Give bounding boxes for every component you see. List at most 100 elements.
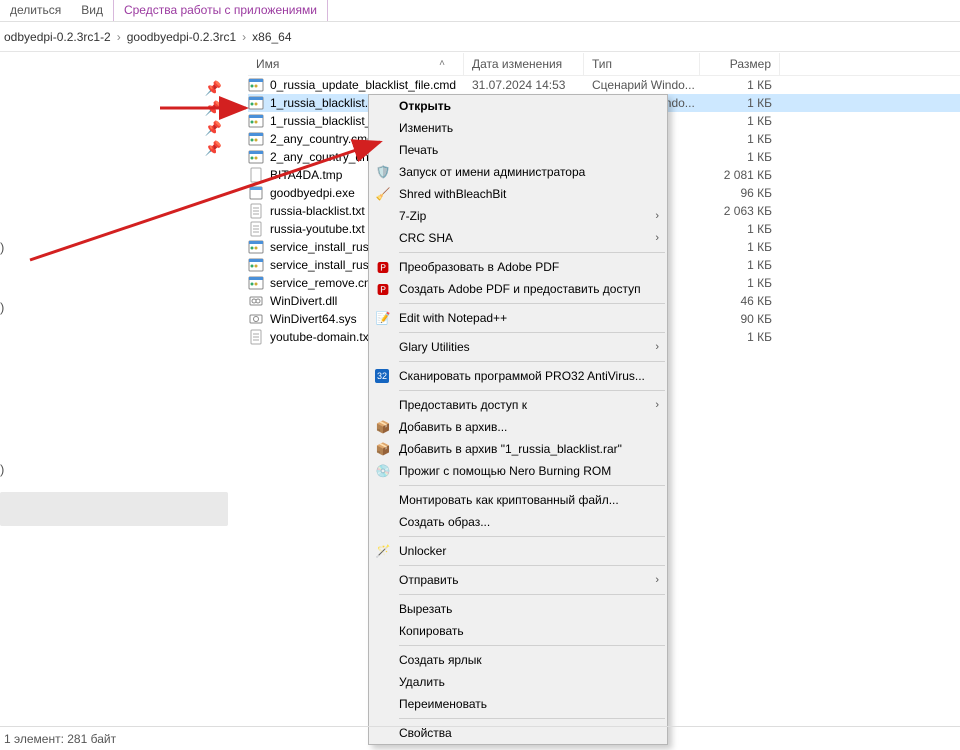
file-size: 1 КБ <box>700 330 772 344</box>
sidebar: 📌 📌 📌 📌 ) ) ) <box>0 52 240 726</box>
ctx-7zip[interactable]: 7-Zip› <box>369 205 667 227</box>
sort-asc-icon: ˄ <box>439 58 445 69</box>
separator <box>399 718 665 719</box>
ctx-add-archive[interactable]: 📦Добавить в архив... <box>369 416 667 438</box>
ctx-send-to[interactable]: Отправить› <box>369 569 667 591</box>
pin-icon[interactable]: 📌 <box>205 120 222 137</box>
file-icon <box>248 311 264 327</box>
file-icon <box>248 275 264 291</box>
file-icon <box>248 131 264 147</box>
ctx-adobe-share[interactable]: 🅿Создать Adobe PDF и предоставить доступ <box>369 278 667 300</box>
ctx-print[interactable]: Печать <box>369 139 667 161</box>
ctx-copy[interactable]: Копировать <box>369 620 667 642</box>
file-icon <box>248 257 264 273</box>
nero-icon: 💿 <box>375 463 391 479</box>
context-menu: Открыть Изменить Печать 🛡️Запуск от имен… <box>368 94 668 745</box>
tab-share[interactable]: делиться <box>0 0 71 21</box>
pin-icon[interactable]: 📌 <box>205 100 222 117</box>
chevron-right-icon: › <box>655 232 659 244</box>
file-row[interactable]: 0_russia_update_blacklist_file.cmd31.07.… <box>248 76 960 94</box>
chevron-right-icon: › <box>655 210 659 222</box>
breadcrumb[interactable]: odbyedpi-0.2.3rc1-2 › goodbyedpi-0.2.3rc… <box>0 22 960 52</box>
file-icon <box>248 185 264 201</box>
file-icon <box>248 95 264 111</box>
separator <box>399 536 665 537</box>
tab-app-tools[interactable]: Средства работы с приложениями <box>113 0 328 21</box>
ctx-edit[interactable]: Изменить <box>369 117 667 139</box>
ctx-pro32-scan[interactable]: 32Сканировать программой PRO32 AntiVirus… <box>369 365 667 387</box>
file-size: 1 КБ <box>700 150 772 164</box>
ctx-adobe-pdf[interactable]: 🅿Преобразовать в Adobe PDF <box>369 256 667 278</box>
rar-icon: 📦 <box>375 419 391 435</box>
ctx-create-image[interactable]: Создать образ... <box>369 511 667 533</box>
ctx-rename[interactable]: Переименовать <box>369 693 667 715</box>
file-size: 1 КБ <box>700 240 772 254</box>
file-date: 31.07.2024 14:53 <box>464 78 584 92</box>
col-name[interactable]: Имя˄ <box>248 53 464 75</box>
file-size: 1 КБ <box>700 276 772 290</box>
separator <box>399 594 665 595</box>
file-icon <box>248 113 264 129</box>
chevron-right-icon: › <box>655 341 659 353</box>
file-size: 2 063 КБ <box>700 204 772 218</box>
separator <box>399 645 665 646</box>
file-icon <box>248 167 264 183</box>
file-size: 96 КБ <box>700 186 772 200</box>
file-size: 1 КБ <box>700 78 772 92</box>
file-icon <box>248 203 264 219</box>
breadcrumb-seg[interactable]: odbyedpi-0.2.3rc1-2 <box>0 30 115 44</box>
ctx-delete[interactable]: Удалить <box>369 671 667 693</box>
col-date[interactable]: Дата изменения <box>464 53 584 75</box>
sidebar-selection <box>0 492 228 526</box>
sidebar-label: ) <box>0 300 4 315</box>
file-size: 1 КБ <box>700 96 772 110</box>
ctx-shred[interactable]: 🧹Shred withBleachBit <box>369 183 667 205</box>
bleachbit-icon: 🧹 <box>375 186 391 202</box>
ctx-cut[interactable]: Вырезать <box>369 598 667 620</box>
ctx-glary[interactable]: Glary Utilities› <box>369 336 667 358</box>
ctx-unlocker[interactable]: 🪄Unlocker <box>369 540 667 562</box>
pin-icon[interactable]: 📌 <box>205 80 222 97</box>
ctx-open[interactable]: Открыть <box>369 95 667 117</box>
file-size: 46 КБ <box>700 294 772 308</box>
chevron-right-icon: › <box>655 399 659 411</box>
separator <box>399 252 665 253</box>
file-type: Сценарий Windo... <box>584 78 700 92</box>
file-size: 1 КБ <box>700 132 772 146</box>
file-name: 0_russia_update_blacklist_file.cmd <box>270 78 464 92</box>
file-icon <box>248 77 264 93</box>
pin-icon[interactable]: 📌 <box>205 140 222 157</box>
file-size: 2 081 КБ <box>700 168 772 182</box>
breadcrumb-seg[interactable]: x86_64 <box>248 30 295 44</box>
antivirus-icon: 32 <box>375 369 389 383</box>
separator <box>399 332 665 333</box>
ctx-crc-sha[interactable]: CRC SHA› <box>369 227 667 249</box>
file-size: 90 КБ <box>700 312 772 326</box>
file-size: 1 КБ <box>700 222 772 236</box>
ctx-notepad[interactable]: 📝Edit with Notepad++ <box>369 307 667 329</box>
file-icon <box>248 221 264 237</box>
status-text: 1 элемент: 281 байт <box>4 732 116 746</box>
separator <box>399 303 665 304</box>
sidebar-label: ) <box>0 240 4 255</box>
col-size[interactable]: Размер <box>700 53 780 75</box>
file-size: 1 КБ <box>700 114 772 128</box>
tab-view[interactable]: Вид <box>71 0 113 21</box>
separator <box>399 485 665 486</box>
ctx-nero-burn[interactable]: 💿Прожиг с помощью Nero Burning ROM <box>369 460 667 482</box>
ctx-run-as-admin[interactable]: 🛡️Запуск от имени администратора <box>369 161 667 183</box>
ctx-grant-access[interactable]: Предоставить доступ к› <box>369 394 667 416</box>
ctx-create-shortcut[interactable]: Создать ярлык <box>369 649 667 671</box>
col-type[interactable]: Тип <box>584 53 700 75</box>
shield-icon: 🛡️ <box>375 164 391 180</box>
status-bar: 1 элемент: 281 байт <box>0 726 960 750</box>
ribbon-tabs: делиться Вид Средства работы с приложени… <box>0 0 960 22</box>
chevron-right-icon: › <box>115 30 123 44</box>
breadcrumb-seg[interactable]: goodbyedpi-0.2.3rc1 <box>123 30 240 44</box>
separator <box>399 565 665 566</box>
ctx-mount-crypt[interactable]: Монтировать как криптованный файл... <box>369 489 667 511</box>
ctx-add-archive-named[interactable]: 📦Добавить в архив "1_russia_blacklist.ra… <box>369 438 667 460</box>
file-icon <box>248 149 264 165</box>
file-icon <box>248 293 264 309</box>
notepadpp-icon: 📝 <box>375 310 391 326</box>
